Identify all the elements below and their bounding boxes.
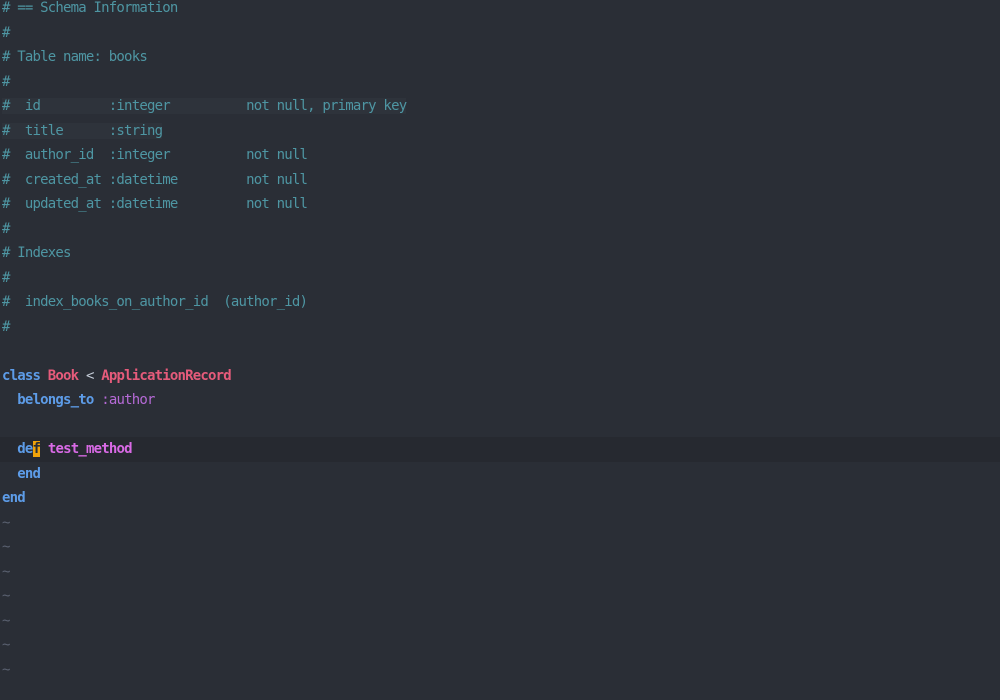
comment-line: # Indexes xyxy=(2,245,71,261)
def-keyword: de xyxy=(17,441,33,457)
method-end-line: end xyxy=(2,462,41,487)
comment-line: # xyxy=(2,73,10,90)
comment-line: # index_books_on_author_id (author_id) xyxy=(2,294,308,310)
comment-line: # xyxy=(2,220,10,237)
end-keyword: end xyxy=(2,490,26,506)
comment-line: # title :string xyxy=(2,122,163,139)
belongs-to-keyword: belongs_to xyxy=(17,392,94,408)
class-name: Book xyxy=(47,367,79,384)
comment-line: # id :integer not null, primary key xyxy=(2,98,407,114)
empty-line-marker: ~ xyxy=(2,588,10,604)
text-cursor[interactable]: f xyxy=(32,441,41,457)
comment-line: # xyxy=(2,318,10,335)
comment-line: # xyxy=(2,269,10,286)
class-declaration-line: class Book < ApplicationRecord xyxy=(2,364,232,389)
empty-line-marker: ~ xyxy=(2,637,10,653)
code-editor[interactable]: # == Schema Information # # Table name: … xyxy=(0,0,1000,700)
comment-line: # author_id :integer not null xyxy=(2,147,308,163)
empty-line-marker: ~ xyxy=(2,514,10,531)
method-name: test_method xyxy=(47,441,133,457)
end-keyword: end xyxy=(17,465,41,482)
class-keyword: class xyxy=(2,367,41,384)
empty-line-marker: ~ xyxy=(2,661,10,678)
comment-line: # == Schema Information xyxy=(2,0,178,16)
comment-line: # created_at :datetime not null xyxy=(2,171,308,188)
inherit-operator: < xyxy=(78,367,102,384)
empty-line-marker: ~ xyxy=(2,563,10,580)
comment-line: # Table name: books xyxy=(2,49,148,65)
comment-line: # xyxy=(2,24,10,41)
current-line[interactable]: def test_method xyxy=(0,437,1000,462)
author-symbol: :author xyxy=(101,392,155,408)
empty-line-marker: ~ xyxy=(2,539,10,555)
superclass-name: ApplicationRecord xyxy=(101,367,232,384)
class-end-line: end xyxy=(2,486,26,511)
empty-line-marker: ~ xyxy=(2,612,10,629)
belongs-to-line: belongs_to :author xyxy=(2,388,155,413)
comment-line: # updated_at :datetime not null xyxy=(2,196,308,212)
